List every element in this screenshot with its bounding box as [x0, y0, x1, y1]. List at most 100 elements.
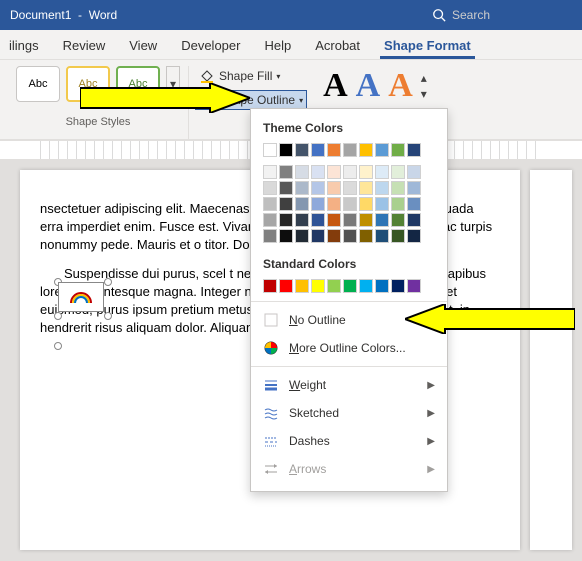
color-swatch[interactable] — [375, 213, 389, 227]
color-swatch[interactable] — [279, 279, 293, 293]
color-swatch[interactable] — [263, 229, 277, 243]
selected-shape[interactable] — [40, 270, 120, 340]
color-swatch[interactable] — [343, 213, 357, 227]
color-swatch[interactable] — [327, 181, 341, 195]
color-swatch[interactable] — [343, 197, 357, 211]
resize-handle[interactable] — [54, 342, 62, 350]
tab-review[interactable]: Review — [59, 34, 110, 59]
color-swatch[interactable] — [407, 197, 421, 211]
color-swatch[interactable] — [343, 143, 357, 157]
color-swatch[interactable] — [391, 229, 405, 243]
resize-handle[interactable] — [104, 312, 112, 320]
color-swatch[interactable] — [279, 143, 293, 157]
color-swatch[interactable] — [295, 197, 309, 211]
weight-item[interactable]: Weight ▶ — [251, 371, 447, 399]
color-swatch[interactable] — [375, 197, 389, 211]
color-swatch[interactable] — [295, 279, 309, 293]
shape-object[interactable] — [58, 282, 104, 312]
search-box[interactable] — [432, 8, 572, 22]
color-swatch[interactable] — [375, 143, 389, 157]
color-swatch[interactable] — [375, 165, 389, 179]
color-swatch[interactable] — [311, 181, 325, 195]
color-swatch[interactable] — [263, 181, 277, 195]
color-swatch[interactable] — [279, 165, 293, 179]
chevron-right-icon: ▶ — [427, 408, 435, 419]
color-swatch[interactable] — [295, 165, 309, 179]
more-outline-colors-item[interactable]: More Outline Colors... — [251, 334, 447, 362]
color-swatch[interactable] — [263, 165, 277, 179]
tab-help[interactable]: Help — [260, 34, 295, 59]
color-swatch[interactable] — [407, 229, 421, 243]
color-swatch[interactable] — [263, 143, 277, 157]
color-swatch[interactable] — [391, 143, 405, 157]
color-swatch[interactable] — [327, 229, 341, 243]
wordart-style-2[interactable]: A — [356, 69, 381, 103]
color-swatch[interactable] — [343, 181, 357, 195]
sketched-item[interactable]: Sketched ▶ — [251, 399, 447, 427]
color-swatch[interactable] — [407, 279, 421, 293]
callout-arrow-2 — [405, 304, 575, 334]
color-swatch[interactable] — [263, 213, 277, 227]
color-swatch[interactable] — [263, 197, 277, 211]
color-swatch[interactable] — [343, 229, 357, 243]
color-swatch[interactable] — [375, 181, 389, 195]
color-swatch[interactable] — [327, 143, 341, 157]
standard-colors-heading: Standard Colors — [251, 253, 447, 275]
color-swatch[interactable] — [343, 279, 357, 293]
color-swatch[interactable] — [359, 181, 373, 195]
color-swatch[interactable] — [311, 279, 325, 293]
color-swatch[interactable] — [407, 143, 421, 157]
wordart-style-1[interactable]: A — [323, 69, 348, 103]
color-swatch[interactable] — [311, 165, 325, 179]
color-swatch[interactable] — [359, 279, 373, 293]
color-swatch[interactable] — [375, 229, 389, 243]
color-swatch[interactable] — [359, 197, 373, 211]
page-2[interactable] — [530, 170, 572, 550]
color-swatch[interactable] — [407, 165, 421, 179]
color-swatch[interactable] — [327, 279, 341, 293]
wordart-style-3[interactable]: A — [388, 69, 413, 103]
shape-style-1[interactable]: Abc — [16, 66, 60, 102]
color-swatch[interactable] — [295, 181, 309, 195]
wordart-more[interactable]: ▴▾ — [421, 66, 435, 106]
color-swatch[interactable] — [359, 143, 373, 157]
color-swatch[interactable] — [311, 213, 325, 227]
tab-acrobat[interactable]: Acrobat — [311, 34, 364, 59]
arrows-label: Arrows — [289, 462, 326, 476]
color-swatch[interactable] — [311, 143, 325, 157]
tab-shape-format[interactable]: Shape Format — [380, 34, 475, 59]
color-swatch[interactable] — [263, 279, 277, 293]
color-swatch[interactable] — [359, 165, 373, 179]
color-swatch[interactable] — [295, 213, 309, 227]
color-swatch[interactable] — [327, 197, 341, 211]
color-swatch[interactable] — [327, 213, 341, 227]
color-swatch[interactable] — [391, 197, 405, 211]
resize-handle[interactable] — [54, 312, 62, 320]
color-swatch[interactable] — [375, 279, 389, 293]
color-swatch[interactable] — [279, 197, 293, 211]
color-swatch[interactable] — [311, 229, 325, 243]
search-input[interactable] — [452, 8, 572, 22]
color-swatch[interactable] — [407, 213, 421, 227]
dashes-item[interactable]: Dashes ▶ — [251, 427, 447, 455]
color-swatch[interactable] — [279, 181, 293, 195]
color-swatch[interactable] — [279, 229, 293, 243]
color-swatch[interactable] — [295, 143, 309, 157]
color-swatch[interactable] — [391, 213, 405, 227]
color-swatch[interactable] — [311, 197, 325, 211]
color-swatch[interactable] — [359, 229, 373, 243]
color-swatch[interactable] — [327, 165, 341, 179]
color-swatch[interactable] — [391, 279, 405, 293]
color-swatch[interactable] — [295, 229, 309, 243]
color-swatch[interactable] — [279, 213, 293, 227]
tab-view[interactable]: View — [125, 34, 161, 59]
color-swatch[interactable] — [391, 181, 405, 195]
color-swatch[interactable] — [407, 181, 421, 195]
color-swatch[interactable] — [359, 213, 373, 227]
tab-developer[interactable]: Developer — [177, 34, 244, 59]
color-swatch[interactable] — [343, 165, 357, 179]
resize-handle[interactable] — [104, 278, 112, 286]
color-swatch[interactable] — [391, 165, 405, 179]
title-bar: Document1 - Word — [0, 0, 582, 30]
tab-mailings[interactable]: ilings — [5, 34, 43, 59]
